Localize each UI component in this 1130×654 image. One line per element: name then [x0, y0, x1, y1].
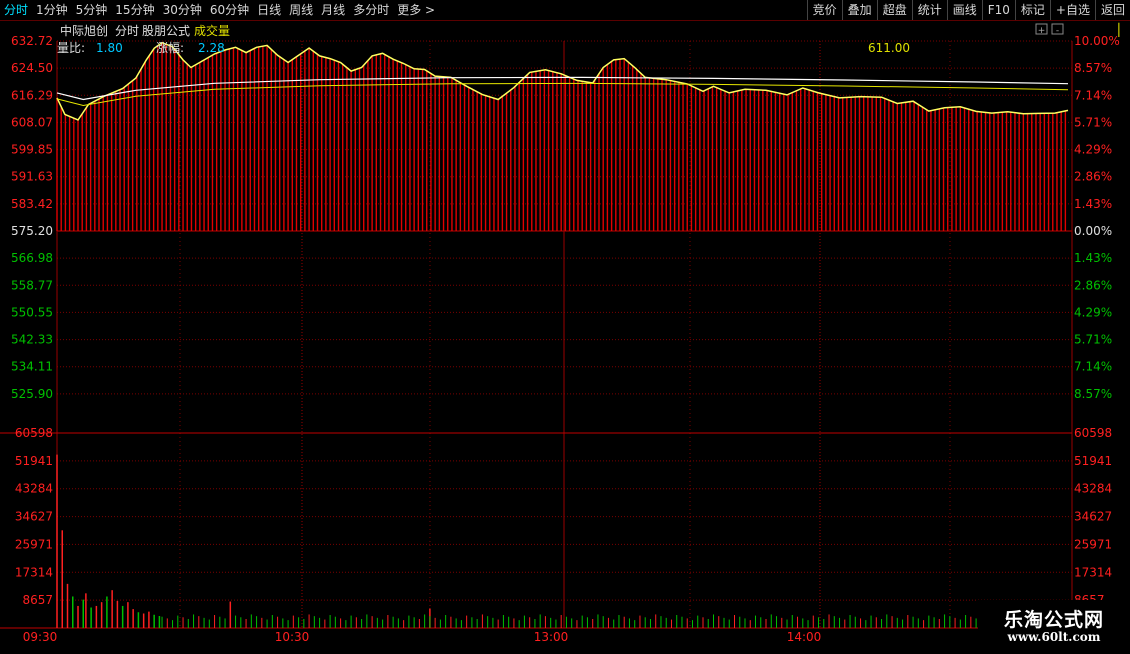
logo-url: www.60lt.com: [1007, 630, 1101, 644]
volume-tick-label-right: 60598: [1074, 426, 1112, 440]
price-tick-label: 550.55: [11, 305, 53, 319]
change-label: 涨幅:: [156, 40, 184, 55]
intraday-chart[interactable]: 632.72 10.00% 624.50 8.57% 616.29 7.14% 608.07…: [0, 21, 1130, 650]
volume-bars: [56, 454, 1066, 628]
percent-tick-label: 1.43%: [1074, 197, 1112, 211]
side-panel-edge[interactable]: ▏: [1116, 22, 1130, 462]
side-glyph: ▏: [1118, 23, 1128, 37]
time-tick-label: 14:00: [787, 630, 822, 644]
period-tab[interactable]: 60分钟: [206, 0, 253, 20]
tool-button[interactable]: 返回: [1094, 0, 1130, 20]
volume-tick-label: 43284: [15, 482, 53, 496]
time-tick-label: 13:00: [534, 630, 569, 644]
tool-button[interactable]: 叠加: [841, 0, 877, 20]
formula-label[interactable]: 股朋公式: [142, 24, 190, 38]
price-tick-label: 558.77: [11, 278, 53, 292]
percent-tick-label: 2.86%: [1074, 170, 1112, 184]
percent-tick-label: 7.14%: [1074, 360, 1112, 374]
zoom-in-glyph: +: [1038, 26, 1046, 36]
volume-tick-label-right: 43284: [1074, 482, 1112, 496]
change-value: 2.28: [198, 41, 225, 55]
price-tick-label: 608.07: [11, 115, 53, 129]
percent-tick-label: 7.14%: [1074, 88, 1112, 102]
period-tab[interactable]: 多分时: [349, 0, 393, 20]
volume-tick-label-right: 25971: [1074, 537, 1112, 551]
volume-tick-label: 34627: [15, 510, 53, 524]
price-area-fill: [56, 42, 1067, 231]
period-tab[interactable]: 1分钟: [32, 0, 72, 20]
percent-tick-label: 1.43%: [1074, 251, 1112, 265]
tool-button[interactable]: 超盘: [876, 0, 912, 20]
volume-tick-label-right: 17314: [1074, 565, 1112, 579]
volume-tick-label-right: 51941: [1074, 454, 1112, 468]
price-tick-label: 542.33: [11, 333, 53, 347]
stock-name: 中际旭创: [60, 23, 108, 38]
percent-tick-label: 0.00%: [1074, 224, 1112, 238]
tool-buttons: 竞价 叠加 超盘 统计 画线 F10 标记 +自选 返回: [806, 0, 1130, 20]
tool-button[interactable]: 统计: [911, 0, 947, 20]
volume-ratio-value: 1.80: [96, 41, 123, 55]
price-tick-label: 534.11: [11, 360, 53, 374]
period-toolbar: 分时 1分钟 5分钟 15分钟 30分钟 60分钟 日线 周线 月线 多分时 更多 > 竞价 叠加 超盘…: [0, 0, 1130, 21]
period-tab[interactable]: 5分钟: [72, 0, 112, 20]
period-tab[interactable]: 30分钟: [159, 0, 206, 20]
percent-tick-label: 5.71%: [1074, 333, 1112, 347]
period-tab[interactable]: 日线: [253, 0, 285, 20]
period-tab[interactable]: 分时: [0, 0, 32, 20]
tool-button[interactable]: 标记: [1014, 0, 1050, 20]
time-tick-label: 09:30: [23, 630, 58, 644]
period-tabs: 分时 1分钟 5分钟 15分钟 30分钟 60分钟 日线 周线 月线 多分时 更多 >: [0, 0, 439, 20]
percent-tick-label: 8.57%: [1074, 61, 1112, 75]
period-tab[interactable]: 月线: [317, 0, 349, 20]
percent-tick-label: 5.71%: [1074, 115, 1112, 129]
collapse-glyph: -: [1056, 26, 1059, 36]
price-tick-label: 599.85: [11, 143, 53, 157]
volume-tick-label: 8657: [22, 593, 53, 607]
price-tick-label: 575.20: [11, 224, 53, 238]
price-tick-label: 525.90: [11, 387, 53, 401]
logo-title: 乐淘公式网: [1003, 609, 1104, 631]
percent-tick-label: 2.86%: [1074, 278, 1112, 292]
percent-tick-label: 10.00%: [1074, 34, 1120, 48]
volume-tick-label: 60598: [15, 426, 53, 440]
chart-canvas: 632.72 10.00% 624.50 8.57% 616.29 7.14% 608.07…: [0, 23, 1120, 644]
volume-tick-label: 17314: [15, 565, 53, 579]
price-tick-label: 583.42: [11, 197, 53, 211]
period-tab[interactable]: 周线: [285, 0, 317, 20]
indicator-label[interactable]: 成交量: [194, 23, 230, 38]
price-tick-label: 616.29: [11, 88, 53, 102]
volume-ratio-label: 量比:: [57, 41, 85, 55]
volume-tick-label: 25971: [15, 537, 53, 551]
volume-tick-label-right: 34627: [1074, 510, 1112, 524]
period-tab[interactable]: 15分钟: [111, 0, 158, 20]
volume-tick-label: 51941: [15, 454, 53, 468]
percent-tick-label: 8.57%: [1074, 387, 1112, 401]
tool-button[interactable]: F10: [981, 0, 1015, 20]
tool-button[interactable]: 画线: [946, 0, 982, 20]
chart-header: 中际旭创 分时 股朋公式 成交量 量比: 1.80 涨幅: 2.28 611.0…: [57, 23, 1064, 55]
price-tick-label: 591.63: [11, 170, 53, 184]
period-tab[interactable]: 更多 >: [393, 0, 439, 20]
price-tick-label: 566.98: [11, 251, 53, 265]
percent-tick-label: 4.29%: [1074, 305, 1112, 319]
tool-button[interactable]: +自选: [1049, 0, 1095, 20]
mode-label: 分时: [115, 24, 139, 38]
price-tick-label: 624.50: [11, 61, 53, 75]
marker-value: 611.00: [868, 41, 910, 55]
price-tick-label: 632.72: [11, 34, 53, 48]
tool-button[interactable]: 竞价: [806, 0, 842, 20]
watermark-logo: 乐淘公式网 www.60lt.com: [978, 600, 1130, 650]
percent-tick-label: 4.29%: [1074, 143, 1112, 157]
time-tick-label: 10:30: [275, 630, 310, 644]
